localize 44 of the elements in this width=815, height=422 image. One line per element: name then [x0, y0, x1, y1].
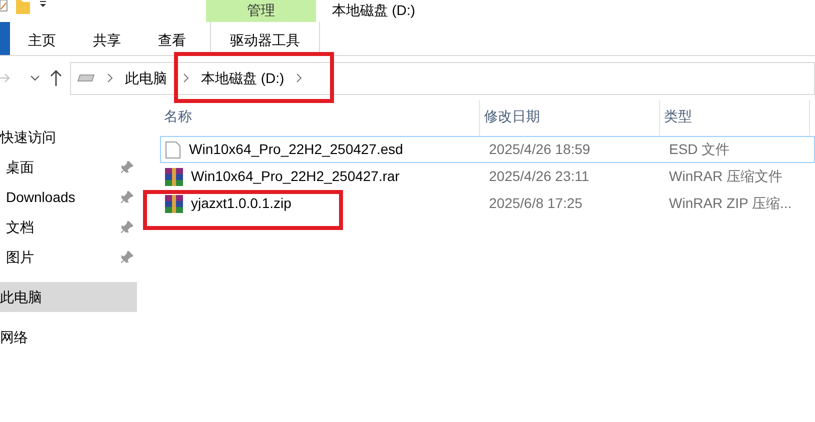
- sidebar-item[interactable]: 图片: [0, 242, 137, 272]
- ribbon-tab[interactable]: 驱动器工具: [210, 22, 320, 55]
- sidebar-item[interactable]: Downloads: [0, 182, 137, 212]
- properties-icon[interactable]: [0, 0, 8, 12]
- file-type: ESD 文件: [668, 140, 731, 159]
- ribbon-tab[interactable]: 主页: [28, 22, 93, 55]
- forward-icon[interactable]: [0, 72, 10, 84]
- chevron-icon[interactable]: [183, 73, 189, 83]
- context-tab-label: 管理: [206, 0, 316, 22]
- address-bar[interactable]: 此电脑 本地磁盘 (D:): [70, 62, 815, 94]
- file-icon: [165, 140, 181, 158]
- file-type: WinRAR ZIP 压缩...: [668, 194, 793, 213]
- ribbon-tab[interactable]: 查看: [158, 22, 210, 55]
- sidebar-item[interactable]: 桌面: [0, 152, 137, 182]
- ribbon-tab[interactable]: 共享: [93, 22, 158, 55]
- archive-icon: [165, 194, 183, 212]
- column-header[interactable]: 类型: [660, 100, 810, 136]
- breadcrumb-item[interactable]: 此电脑: [121, 68, 171, 88]
- modified-date: 2025/4/26 23:11: [488, 167, 590, 186]
- chevron-icon[interactable]: [296, 73, 302, 83]
- pin-icon[interactable]: [121, 191, 133, 203]
- archive-icon: [165, 168, 183, 186]
- sidebar-item[interactable]: 文档: [0, 212, 137, 242]
- drive-icon: [77, 73, 95, 83]
- modified-date: 2025/4/26 18:59: [488, 140, 592, 159]
- modified-date: 2025/6/8 17:25: [488, 194, 584, 213]
- window-title: 本地磁盘 (D:): [332, 1, 416, 20]
- up-icon[interactable]: [50, 70, 62, 86]
- file-name[interactable]: yjazxt1.0.0.1.zip: [191, 193, 292, 214]
- column-header[interactable]: 名称: [160, 100, 480, 136]
- folder-icon[interactable]: [16, 0, 30, 14]
- sidebar-item[interactable]: 此电脑: [0, 282, 137, 312]
- dropdown-icon[interactable]: [38, 0, 48, 10]
- column-header[interactable]: 修改日期: [480, 100, 660, 136]
- file-name[interactable]: Win10x64_Pro_22H2_250427.esd: [189, 139, 404, 160]
- pin-icon[interactable]: [121, 251, 133, 263]
- pin-icon[interactable]: [121, 221, 133, 233]
- sidebar-item[interactable]: 网络: [0, 322, 137, 352]
- chevron-icon[interactable]: [107, 73, 113, 83]
- file-type: WinRAR 压缩文件: [668, 167, 784, 186]
- recent-locations-icon[interactable]: [30, 74, 40, 82]
- pin-icon[interactable]: [121, 161, 133, 173]
- file-name[interactable]: Win10x64_Pro_22H2_250427.rar: [191, 166, 400, 187]
- breadcrumb-item[interactable]: 本地磁盘 (D:): [197, 68, 288, 88]
